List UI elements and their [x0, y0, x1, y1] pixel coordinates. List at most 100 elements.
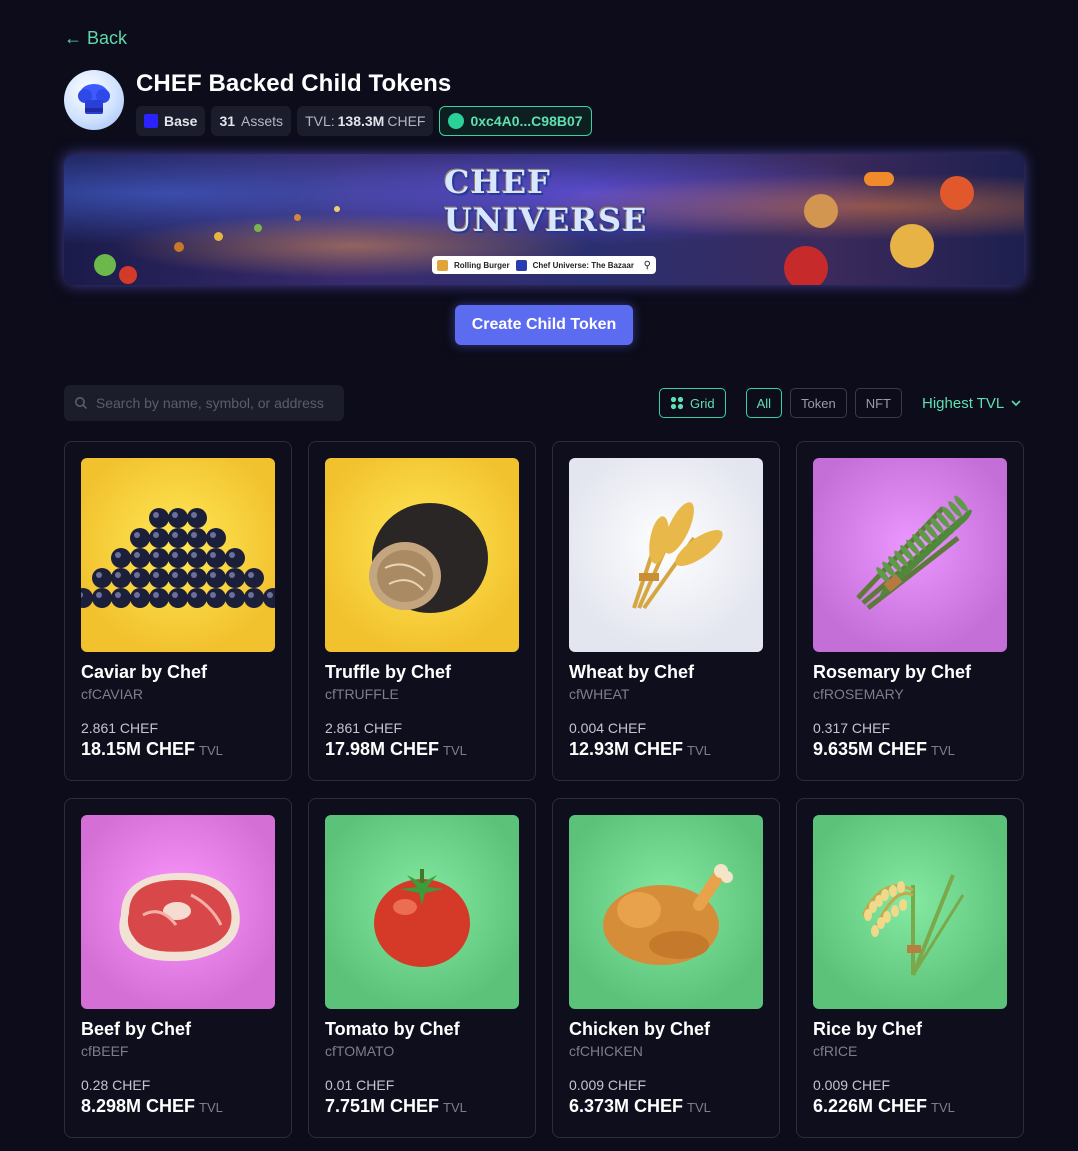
back-link[interactable]: ← Back: [64, 28, 127, 49]
token-price: 0.004 CHEF: [569, 720, 647, 736]
token-card[interactable]: Rice by Chef cfRICE 0.009 CHEF 6.226M CH…: [796, 798, 1024, 1138]
base-chain-icon: [144, 114, 158, 128]
assets-count: 31: [219, 113, 236, 129]
tvl-suffix: TVL: [931, 743, 955, 758]
banner-link-rolling-burger[interactable]: Rolling Burger: [454, 261, 510, 270]
token-tvl-value: 6.373M CHEF: [569, 1096, 684, 1116]
token-card[interactable]: Wheat by Chef cfWHEAT 0.004 CHEF 12.93M …: [552, 441, 780, 781]
token-image: [81, 815, 275, 1009]
sort-dropdown[interactable]: Highest TVL: [922, 395, 1022, 412]
token-symbol: cfTOMATO: [325, 1043, 395, 1059]
token-tvl-value: 9.635M CHEF: [813, 739, 928, 759]
token-tvl: 12.93M CHEF TVL: [569, 739, 763, 760]
tvl-suffix: TVL: [687, 1100, 711, 1115]
sort-label: Highest TVL: [922, 394, 1005, 412]
search-input[interactable]: [95, 395, 334, 411]
tvl-badge: TVL: 138.3M CHEF: [297, 106, 434, 136]
tvl-suffix: TVL: [687, 743, 711, 758]
search-icon: [74, 397, 87, 410]
chef-hat-avatar: [64, 70, 124, 130]
chef-hat-icon: [78, 84, 110, 114]
token-image: [81, 458, 275, 652]
token-card[interactable]: Caviar by Chef cfCAVIAR 2.861 CHEF 18.15…: [64, 441, 292, 781]
collection-banner: CHEF UNIVERSE Rolling Burger Chef Univer…: [64, 154, 1024, 285]
token-tvl-value: 6.226M CHEF: [813, 1096, 928, 1116]
token-tvl: 6.226M CHEF TVL: [813, 1096, 1007, 1117]
grid-view-toggle[interactable]: Grid: [659, 388, 726, 418]
token-tvl-value: 17.98M CHEF: [325, 739, 440, 759]
token-name: Rice by Chef: [813, 1019, 923, 1039]
token-price: 0.009 CHEF: [813, 1077, 891, 1093]
token-tvl: 17.98M CHEF TVL: [325, 739, 519, 760]
burger-icon: [437, 259, 448, 271]
explorer-icon: [448, 113, 465, 129]
contract-address-badge[interactable]: 0xc4A0...C98B07: [439, 106, 592, 136]
bazaar-icon: [515, 259, 527, 271]
token-symbol: cfROSEMARY: [813, 686, 904, 702]
token-tvl: 9.635M CHEF TVL: [813, 739, 1007, 760]
token-symbol: cfWHEAT: [569, 686, 630, 702]
token-symbol: cfRICE: [813, 1043, 858, 1059]
chain-name: Base: [164, 113, 198, 129]
filter-nft[interactable]: NFT: [854, 388, 902, 418]
token-price: 0.28 CHEF: [81, 1077, 151, 1093]
chevron-down-icon: [1011, 400, 1021, 407]
filter-controls: Grid All Token NFT Highest TVL: [659, 388, 1022, 418]
token-card[interactable]: Rosemary by Chef cfROSEMARY 0.317 CHEF 9…: [796, 441, 1024, 781]
token-name: Truffle by Chef: [325, 662, 452, 682]
token-image: [569, 815, 763, 1009]
chef-universe-logo: CHEF UNIVERSE: [444, 163, 648, 239]
token-card[interactable]: Truffle by Chef cfTRUFFLE 2.861 CHEF 17.…: [308, 441, 536, 781]
banner-link-bazaar[interactable]: Chef Universe: The Bazaar: [533, 261, 634, 270]
assets-label: Assets: [241, 113, 284, 129]
collection-header: CHEF Backed Child Tokens Base 31 Assets …: [64, 70, 592, 136]
tvl-value: 138.3M: [337, 113, 385, 129]
contract-address: 0xc4A0...C98B07: [470, 113, 583, 129]
token-tvl: 7.751M CHEF TVL: [325, 1096, 519, 1117]
token-price: 0.009 CHEF: [569, 1077, 647, 1093]
token-tvl-value: 12.93M CHEF: [569, 739, 684, 759]
page-title: CHEF Backed Child Tokens: [136, 70, 452, 97]
token-card[interactable]: Tomato by Chef cfTOMATO 0.01 CHEF 7.751M…: [308, 798, 536, 1138]
token-price: 0.317 CHEF: [813, 720, 891, 736]
token-card[interactable]: Chicken by Chef cfCHICKEN 0.009 CHEF 6.3…: [552, 798, 780, 1138]
filter-token[interactable]: Token: [790, 388, 847, 418]
tvl-suffix: TVL: [199, 743, 223, 758]
token-tvl: 8.298M CHEF TVL: [81, 1096, 275, 1117]
token-price: 2.861 CHEF: [81, 720, 159, 736]
token-tvl-value: 18.15M CHEF: [81, 739, 196, 759]
token-image: [569, 458, 763, 652]
token-name: Rosemary by Chef: [813, 662, 972, 682]
tvl-suffix: TVL: [199, 1100, 223, 1115]
search-icon: ⚲: [643, 259, 651, 271]
token-name: Beef by Chef: [81, 1019, 192, 1039]
token-price: 2.861 CHEF: [325, 720, 403, 736]
token-tvl: 6.373M CHEF TVL: [569, 1096, 763, 1117]
token-name: Wheat by Chef: [569, 662, 695, 682]
grid-icon: [670, 396, 684, 410]
grid-label: Grid: [690, 395, 715, 411]
token-tvl-value: 8.298M CHEF: [81, 1096, 196, 1116]
token-tvl-value: 7.751M CHEF: [325, 1096, 440, 1116]
token-image: [325, 458, 519, 652]
tvl-suffix: TVL: [443, 1100, 467, 1115]
token-image: [813, 815, 1007, 1009]
token-price: 0.01 CHEF: [325, 1077, 395, 1093]
filter-all[interactable]: All: [745, 388, 783, 418]
token-name: Tomato by Chef: [325, 1019, 460, 1039]
token-grid: Caviar by Chef cfCAVIAR 2.861 CHEF 18.15…: [64, 441, 1024, 1138]
assets-badge: 31 Assets: [211, 106, 292, 136]
token-symbol: cfBEEF: [81, 1043, 129, 1059]
search-box[interactable]: [64, 385, 344, 421]
token-image: [325, 815, 519, 1009]
token-symbol: cfCHICKEN: [569, 1043, 643, 1059]
back-label: ← Back: [64, 28, 128, 48]
token-symbol: cfCAVIAR: [81, 686, 143, 702]
chain-badge: Base: [136, 106, 206, 136]
token-tvl: 18.15M CHEF TVL: [81, 739, 275, 760]
create-child-token-button[interactable]: Create Child Token: [455, 305, 633, 345]
token-name: Chicken by Chef: [569, 1019, 711, 1039]
tvl-label: TVL:: [305, 113, 335, 129]
token-card[interactable]: Beef by Chef cfBEEF 0.28 CHEF 8.298M CHE…: [64, 798, 292, 1138]
token-name: Caviar by Chef: [81, 662, 208, 682]
